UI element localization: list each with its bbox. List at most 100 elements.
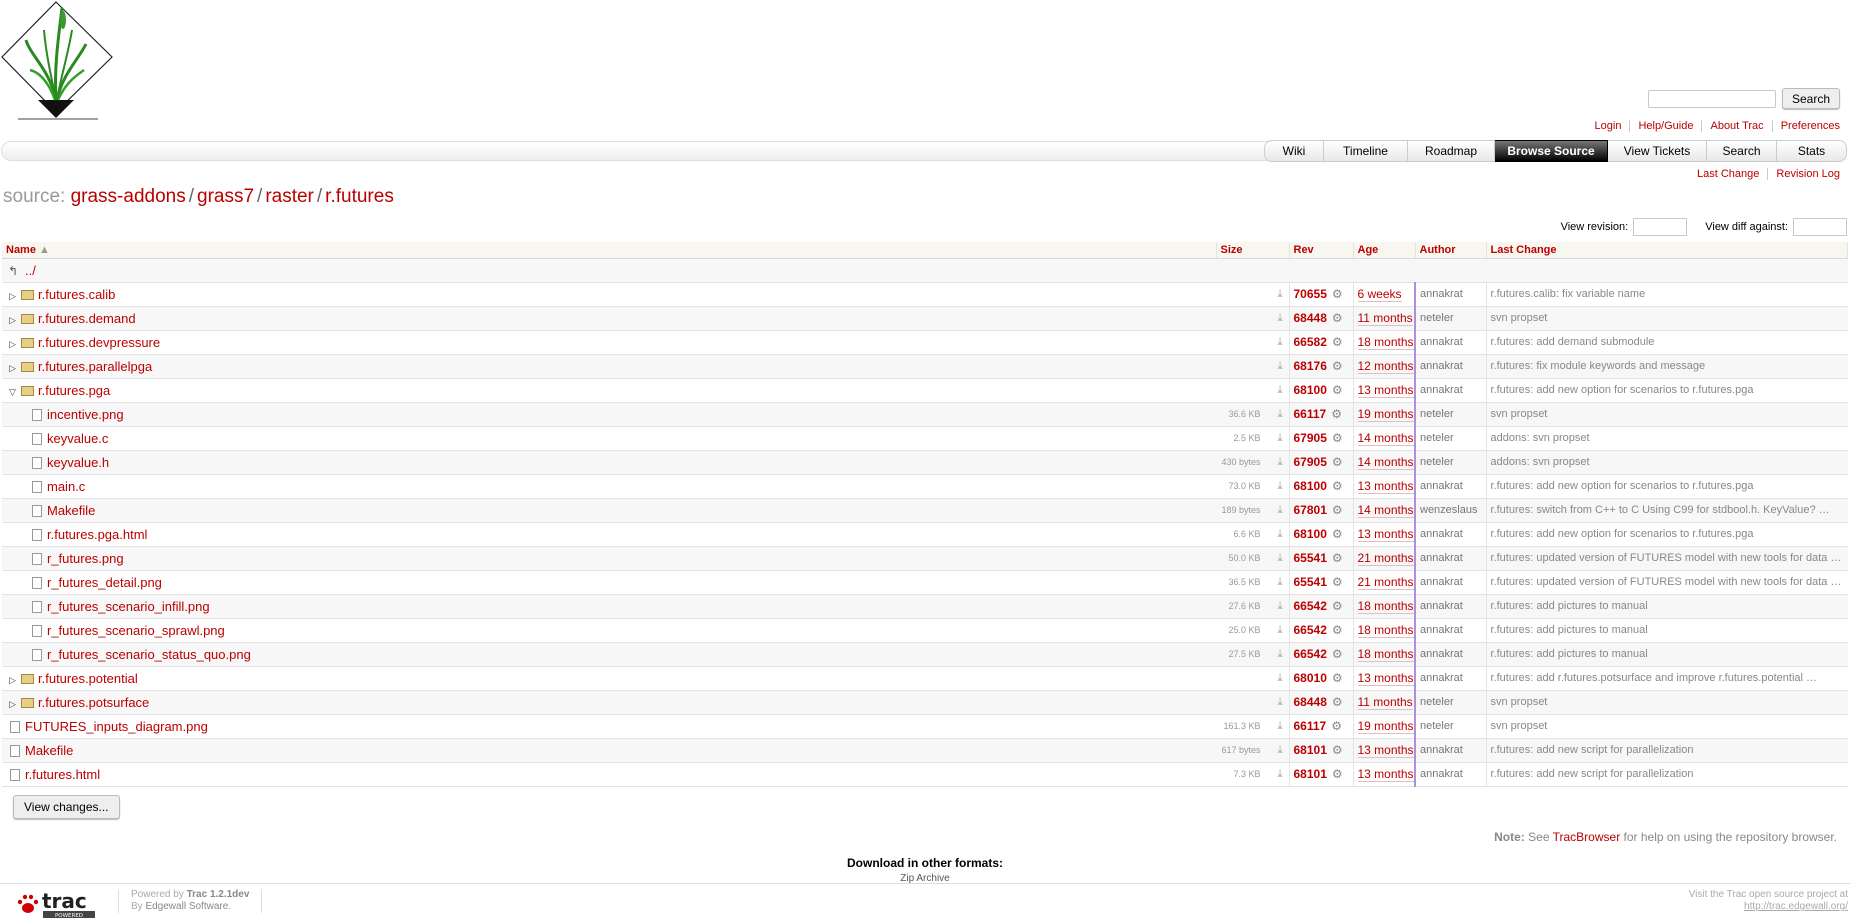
tab-browse-source[interactable]: Browse Source <box>1495 140 1608 162</box>
age-link[interactable]: 21 months <box>1357 551 1413 566</box>
path-segment[interactable]: raster <box>265 186 314 207</box>
column-name[interactable]: Name ▲ <box>2 242 1217 259</box>
parent-dir-row[interactable]: ↰ ../ <box>2 258 1848 283</box>
gear-icon[interactable]: ⚙ <box>1332 503 1343 517</box>
gear-icon[interactable]: ⚙ <box>1332 335 1343 349</box>
path-segment[interactable]: grass-addons <box>71 186 186 207</box>
file-link[interactable]: Makefile <box>25 743 73 758</box>
table-row[interactable]: ▷ r.futures.demand ⤓ 68448 ⚙ 11 months neteler… <box>2 306 1848 331</box>
rev-link[interactable]: 68010 <box>1294 671 1327 685</box>
triangle-down-icon[interactable]: ▽ <box>9 387 21 398</box>
gear-icon[interactable]: ⚙ <box>1332 287 1343 301</box>
metanav-login[interactable]: Login <box>1587 120 1630 132</box>
view-diff-input[interactable] <box>1793 218 1847 236</box>
download-icon[interactable]: ⤓ <box>1278 576 1283 589</box>
rev-link[interactable]: 67905 <box>1294 431 1327 445</box>
file-link[interactable]: keyvalue.h <box>47 455 109 470</box>
trac-logo[interactable]: trac POWERED <box>12 888 102 918</box>
ctxtnav-last-change[interactable]: Last Change <box>1689 168 1767 180</box>
file-link[interactable]: Makefile <box>47 503 95 518</box>
gear-icon[interactable]: ⚙ <box>1332 431 1343 445</box>
tab-wiki[interactable]: Wiki <box>1264 140 1324 162</box>
parent-dir-cell[interactable]: ↰ ../ <box>2 258 1848 283</box>
table-row[interactable]: r_futures_scenario_status_quo.png 27.5 KB… <box>2 642 1848 667</box>
rev-link[interactable]: 65541 <box>1294 575 1327 589</box>
table-row[interactable]: incentive.png 36.6 KB ⤓ 66117 ⚙ 19 months nete… <box>2 402 1848 427</box>
age-link[interactable]: 12 months <box>1357 359 1413 374</box>
gear-icon[interactable]: ⚙ <box>1331 407 1342 421</box>
download-icon[interactable]: ⤓ <box>1278 624 1283 637</box>
gear-icon[interactable]: ⚙ <box>1332 359 1343 373</box>
triangle-right-icon[interactable]: ▷ <box>9 363 21 374</box>
rev-link[interactable]: 67801 <box>1294 503 1327 517</box>
age-link[interactable]: 11 months <box>1357 695 1413 710</box>
download-icon[interactable]: ⤓ <box>1278 480 1283 493</box>
download-icon[interactable]: ⤓ <box>1278 384 1283 397</box>
table-row[interactable]: ▷ r.futures.devpressure ⤓ 66582 ⚙ 18 months an… <box>2 330 1848 355</box>
gear-icon[interactable]: ⚙ <box>1332 767 1343 781</box>
age-link[interactable]: 18 months <box>1357 335 1413 350</box>
triangle-right-icon[interactable]: ▷ <box>9 291 21 302</box>
rev-link[interactable]: 67905 <box>1294 455 1327 469</box>
age-link[interactable]: 21 months <box>1357 575 1413 590</box>
gear-icon[interactable]: ⚙ <box>1332 311 1343 325</box>
rev-link[interactable]: 68100 <box>1294 527 1327 541</box>
age-link[interactable]: 18 months <box>1357 599 1413 614</box>
age-link[interactable]: 18 months <box>1357 647 1413 662</box>
path-segment[interactable]: r.futures <box>325 186 394 207</box>
gear-icon[interactable]: ⚙ <box>1332 575 1343 589</box>
grass-logo[interactable] <box>0 0 115 122</box>
rev-link[interactable]: 66542 <box>1294 623 1327 637</box>
rev-link[interactable]: 68100 <box>1294 479 1327 493</box>
table-row[interactable]: r_futures_detail.png 36.5 KB ⤓ 65541 ⚙ 21 mon… <box>2 570 1848 595</box>
search-input[interactable] <box>1647 89 1776 108</box>
triangle-right-icon[interactable]: ▷ <box>9 675 21 686</box>
age-link[interactable]: 13 months <box>1357 767 1413 782</box>
metanav-preferences[interactable]: Preferences <box>1771 120 1848 132</box>
age-link[interactable]: 18 months <box>1357 623 1413 638</box>
table-row[interactable]: FUTURES_inputs_diagram.png 161.3 KB ⤓ 66117… <box>2 714 1848 739</box>
download-icon[interactable]: ⤓ <box>1278 312 1283 325</box>
rev-link[interactable]: 68176 <box>1294 359 1327 373</box>
gear-icon[interactable]: ⚙ <box>1332 455 1343 469</box>
download-icon[interactable]: ⤓ <box>1278 672 1283 685</box>
file-link[interactable]: keyvalue.c <box>47 431 108 446</box>
age-link[interactable]: 14 months <box>1357 455 1413 470</box>
download-icon[interactable]: ⤓ <box>1278 552 1283 565</box>
column-size[interactable]: Size <box>1216 242 1290 259</box>
download-icon[interactable]: ⤓ <box>1278 768 1283 781</box>
table-row[interactable]: ▷ r.futures.calib ⤓ 70655 ⚙ 6 weeks annakrat r.… <box>2 282 1848 307</box>
download-icon[interactable]: ⤓ <box>1278 288 1283 301</box>
table-row[interactable]: Makefile 617 bytes ⤓ 68101 ⚙ 13 months annakra… <box>2 738 1848 763</box>
rev-link[interactable]: 66542 <box>1294 647 1327 661</box>
tab-view-tickets[interactable]: View Tickets <box>1608 140 1707 162</box>
age-link[interactable]: 13 months <box>1357 479 1413 494</box>
parent-dir-link[interactable]: ../ <box>25 263 36 278</box>
gear-icon[interactable]: ⚙ <box>1332 695 1343 709</box>
download-icon[interactable]: ⤓ <box>1278 408 1283 421</box>
age-link[interactable]: 13 months <box>1357 383 1413 398</box>
download-icon[interactable]: ⤓ <box>1278 696 1283 709</box>
search-button[interactable]: Search <box>1781 88 1840 109</box>
gear-icon[interactable]: ⚙ <box>1332 647 1343 661</box>
rev-link[interactable]: 68448 <box>1294 695 1327 709</box>
gear-icon[interactable]: ⚙ <box>1332 383 1343 397</box>
rev-link[interactable]: 68100 <box>1294 383 1327 397</box>
age-link[interactable]: 13 months <box>1357 671 1413 686</box>
file-link[interactable]: r.futures.pga.html <box>47 527 147 542</box>
gear-icon[interactable]: ⚙ <box>1332 623 1343 637</box>
table-row[interactable]: r_futures_scenario_infill.png 27.6 KB ⤓ 665… <box>2 594 1848 619</box>
trac-version-link[interactable]: Trac 1.2.1dev <box>187 889 250 900</box>
rev-link[interactable]: 66582 <box>1294 335 1327 349</box>
tracbrowser-link[interactable]: TracBrowser <box>1553 830 1621 844</box>
rev-link[interactable]: 66117 <box>1294 719 1327 733</box>
view-changes-button[interactable]: View changes... <box>13 795 120 819</box>
ctxtnav-revision-log[interactable]: Revision Log <box>1767 168 1848 180</box>
folder-link[interactable]: r.futures.potential <box>38 671 138 686</box>
trac-url-link[interactable]: http://trac.edgewall.org/ <box>1689 901 1848 913</box>
gear-icon[interactable]: ⚙ <box>1332 551 1343 565</box>
metanav-about-trac[interactable]: About Trac <box>1701 120 1771 132</box>
gear-icon[interactable]: ⚙ <box>1332 527 1343 541</box>
file-link[interactable]: incentive.png <box>47 407 124 422</box>
file-link[interactable]: r_futures_scenario_sprawl.png <box>47 623 225 638</box>
